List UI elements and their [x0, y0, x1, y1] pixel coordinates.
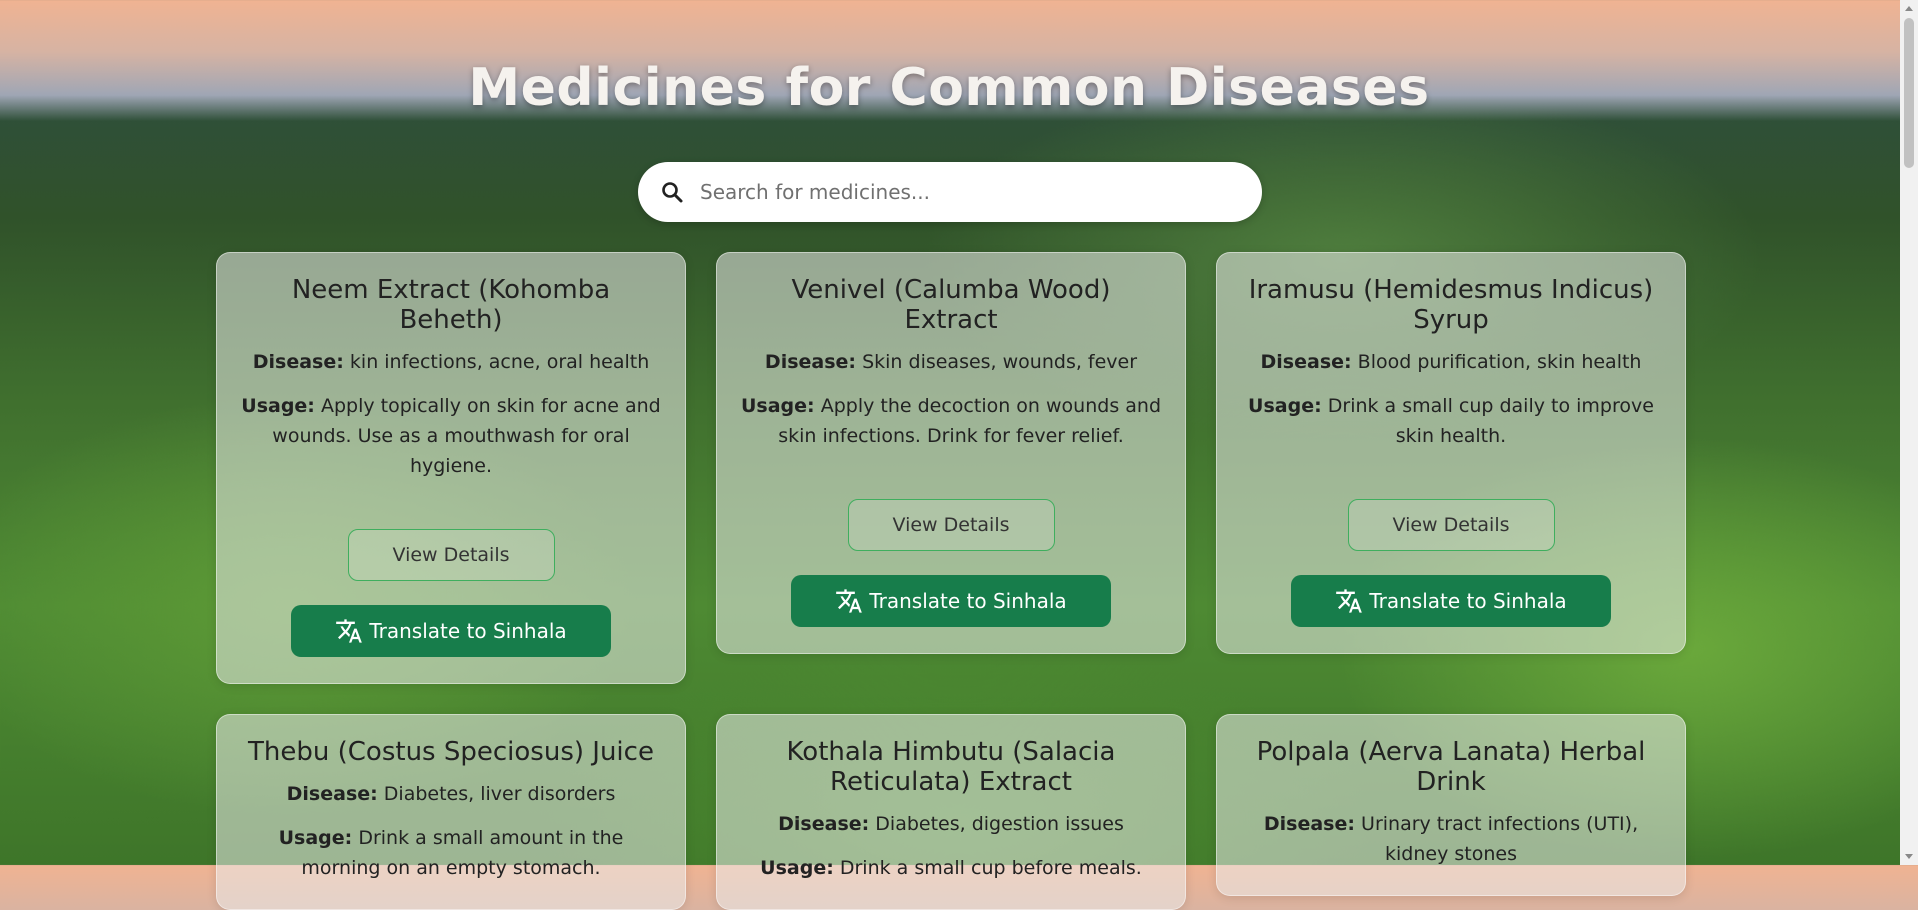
medicine-name: Thebu (Costus Speciosus) Juice: [248, 737, 654, 767]
search-input[interactable]: [698, 179, 1262, 205]
scroll-down-arrow-icon[interactable]: [1905, 854, 1913, 859]
disease-value: Skin diseases, wounds, fever: [862, 351, 1138, 373]
usage-line: Usage: Drink a small cup daily to improv…: [1241, 391, 1661, 451]
disease-value: Urinary tract infections (UTI), kidney s…: [1361, 813, 1639, 865]
medicine-name: Iramusu (Hemidesmus Indicus) Syrup: [1248, 275, 1654, 335]
translate-icon: [836, 589, 863, 613]
usage-label: Usage:: [741, 395, 815, 417]
usage-label: Usage:: [278, 827, 353, 849]
disease-label: Disease:: [1260, 351, 1352, 373]
medicine-name: Venivel (Calumba Wood) Extract: [791, 275, 1111, 335]
disease-line: Disease: kin infections, acne, oral heal…: [241, 347, 661, 377]
translate-button[interactable]: Translate to Sinhala: [1291, 575, 1611, 627]
translate-icon: [336, 619, 363, 643]
medicine-name: Polpala (Aerva Lanata) Herbal Drink: [1256, 737, 1646, 797]
usage-line: Usage: Apply topically on skin for acne …: [241, 391, 661, 481]
medicine-card: Thebu (Costus Speciosus) Juice Disease: …: [216, 714, 686, 910]
disease-line: Disease: Blood purification, skin health: [1241, 347, 1661, 377]
medicine-card: Kothala Himbutu (Salacia Reticulata) Ext…: [716, 714, 1186, 910]
translate-icon: [1336, 589, 1363, 613]
vertical-scrollbar[interactable]: [1900, 0, 1918, 865]
medicine-card: Polpala (Aerva Lanata) Herbal Drink Dise…: [1216, 714, 1686, 896]
disease-label: Disease:: [778, 813, 870, 835]
view-details-button[interactable]: View Details: [847, 499, 1055, 551]
view-details-button[interactable]: View Details: [347, 529, 555, 581]
view-details-button[interactable]: View Details: [1347, 499, 1555, 551]
scrollbar-thumb[interactable]: [1904, 18, 1914, 168]
search-icon: [662, 182, 683, 203]
usage-label: Usage:: [241, 395, 315, 417]
usage-value: Drink a small cup daily to improve skin …: [1327, 395, 1654, 447]
translate-label: Translate to Sinhala: [369, 619, 567, 643]
usage-line: Usage: Apply the decoction on wounds and…: [741, 391, 1161, 451]
usage-line: Usage: Drink a small amount in the morni…: [241, 823, 661, 883]
medicine-card: Iramusu (Hemidesmus Indicus) Syrup Disea…: [1216, 252, 1686, 654]
translate-button[interactable]: Translate to Sinhala: [791, 575, 1111, 627]
medicine-name: Kothala Himbutu (Salacia Reticulata) Ext…: [786, 737, 1116, 797]
disease-value: Diabetes, digestion issues: [875, 813, 1124, 835]
usage-value: Drink a small cup before meals.: [839, 857, 1142, 879]
translate-button[interactable]: Translate to Sinhala: [291, 605, 611, 657]
disease-line: Disease: Diabetes, digestion issues: [741, 809, 1161, 839]
usage-label: Usage:: [1248, 395, 1322, 417]
disease-value: Diabetes, liver disorders: [383, 783, 616, 805]
medicine-card: Venivel (Calumba Wood) Extract Disease: …: [716, 252, 1186, 654]
disease-line: Disease: Skin diseases, wounds, fever: [741, 347, 1161, 377]
medicine-name: Neem Extract (Kohomba Beheth): [291, 275, 611, 335]
disease-value: kin infections, acne, oral health: [349, 351, 650, 373]
usage-value: Apply the decoction on wounds and skin i…: [778, 395, 1162, 447]
usage-label: Usage:: [760, 857, 834, 879]
medicine-card: Neem Extract (Kohomba Beheth) Disease: k…: [216, 252, 686, 684]
usage-line: Usage: Drink a small cup before meals.: [741, 853, 1161, 883]
scroll-up-arrow-icon[interactable]: [1905, 6, 1913, 11]
disease-label: Disease:: [1263, 813, 1355, 835]
disease-line: Disease: Diabetes, liver disorders: [241, 779, 661, 809]
disease-label: Disease:: [764, 351, 857, 373]
disease-line: Disease: Urinary tract infections (UTI),…: [1241, 809, 1661, 869]
disease-label: Disease:: [252, 351, 344, 373]
medicine-grid: Neem Extract (Kohomba Beheth) Disease: k…: [216, 252, 1686, 910]
page-title: Medicines for Common Diseases: [468, 58, 1430, 118]
disease-label: Disease:: [286, 783, 378, 805]
translate-label: Translate to Sinhala: [869, 589, 1067, 613]
translate-label: Translate to Sinhala: [1369, 589, 1567, 613]
usage-value: Apply topically on skin for acne and wou…: [272, 395, 661, 477]
disease-value: Blood purification, skin health: [1357, 351, 1642, 373]
search-bar[interactable]: [638, 162, 1262, 222]
